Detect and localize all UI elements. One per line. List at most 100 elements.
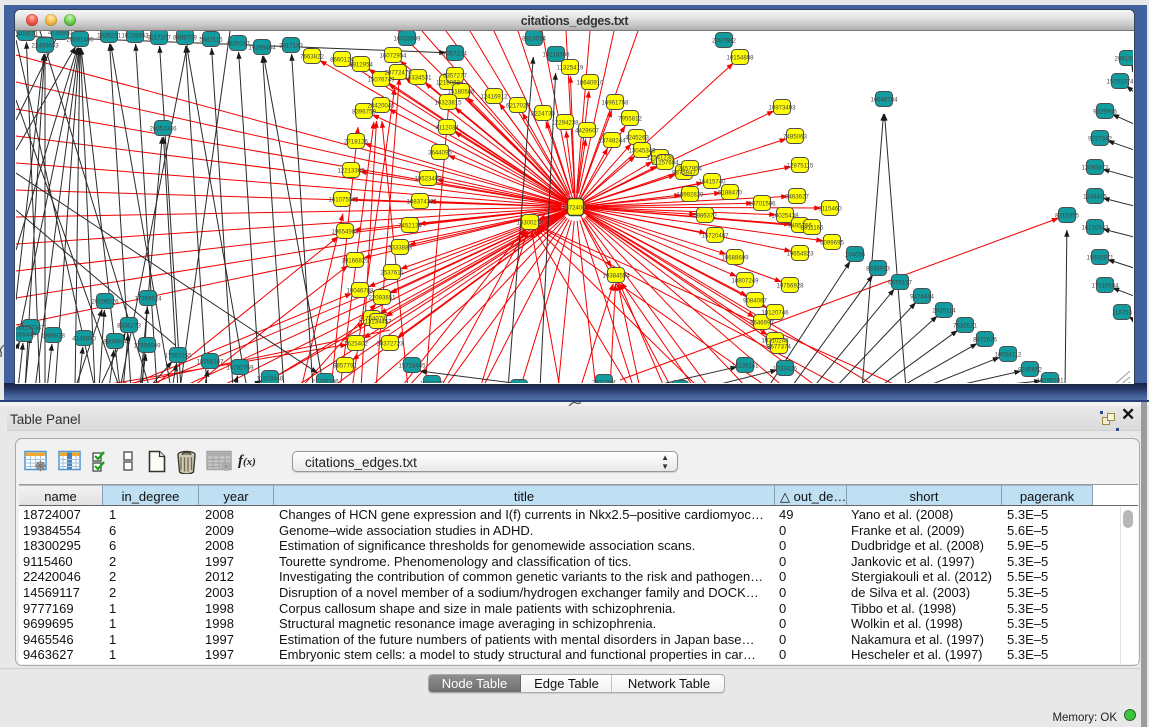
svg-text:9245652: 9245652 — [1018, 367, 1042, 374]
svg-text:18120746: 18120746 — [761, 310, 789, 317]
svg-text:19218506: 19218506 — [542, 52, 570, 59]
svg-text:6217026: 6217026 — [506, 103, 530, 110]
svg-text:10837430: 10837430 — [406, 199, 434, 206]
svg-text:8336273: 8336273 — [117, 323, 141, 330]
svg-text:22455603: 22455603 — [31, 43, 59, 50]
svg-text:6879197: 6879197 — [888, 280, 912, 287]
svg-text:1839221: 1839221 — [97, 33, 121, 40]
svg-text:20206526: 20206526 — [91, 299, 119, 306]
svg-text:19384554: 19384554 — [602, 273, 630, 280]
svg-text:4112034: 4112034 — [435, 125, 459, 132]
svg-text:8224730: 8224730 — [531, 111, 555, 118]
svg-text:7663822: 7663822 — [300, 54, 324, 61]
svg-text:8471676: 8471676 — [973, 337, 997, 344]
svg-text:12416912: 12416912 — [480, 94, 508, 101]
svg-text:11325419: 11325419 — [557, 65, 584, 72]
svg-text:3917183: 3917183 — [279, 43, 303, 50]
svg-text:9084067: 9084067 — [743, 298, 767, 305]
svg-text:9474444: 9474444 — [910, 294, 934, 301]
svg-text:18807249: 18807249 — [731, 278, 759, 285]
svg-text:15692971: 15692971 — [1086, 255, 1114, 262]
svg-text:8813054: 8813054 — [522, 36, 546, 43]
svg-text:15716485: 15716485 — [398, 363, 426, 370]
svg-text:19285201: 19285201 — [1036, 378, 1064, 384]
svg-text:4439167: 4439167 — [226, 41, 250, 48]
svg-text:19299464: 19299464 — [248, 45, 276, 52]
svg-text:17956909: 17956909 — [133, 343, 161, 350]
svg-text:164095: 164095 — [845, 252, 866, 259]
svg-text:16072954: 16072954 — [379, 53, 407, 60]
svg-text:13134457: 13134457 — [364, 319, 392, 326]
svg-text:15180586: 15180586 — [447, 89, 475, 96]
svg-text:9115460: 9115460 — [818, 206, 842, 213]
svg-text:13701506: 13701506 — [748, 201, 776, 208]
svg-text:10228452: 10228452 — [121, 33, 149, 40]
svg-text:9857791: 9857791 — [333, 363, 357, 370]
svg-text:4143890: 4143890 — [72, 336, 96, 343]
svg-text:8215955: 8215955 — [1055, 213, 1079, 220]
svg-text:18640910: 18640910 — [576, 80, 604, 87]
svg-text:8646997: 8646997 — [750, 320, 774, 327]
svg-text:19654923: 19654923 — [786, 251, 814, 258]
svg-text:16107556: 16107556 — [328, 197, 356, 204]
svg-text:19166825: 19166825 — [341, 258, 369, 265]
svg-text:12975115: 12975115 — [787, 163, 814, 170]
svg-text:16033809: 16033809 — [393, 36, 421, 43]
svg-text:18300275: 18300275 — [516, 220, 544, 227]
svg-text:15076749: 15076749 — [367, 77, 395, 84]
svg-text:17359924: 17359924 — [134, 296, 162, 303]
svg-text:12294238: 12294238 — [551, 120, 579, 127]
svg-text:2087682: 2087682 — [712, 38, 736, 45]
svg-text:10688609: 10688609 — [721, 255, 749, 262]
svg-text:5188470: 5188470 — [718, 190, 742, 197]
svg-text:6099695: 6099695 — [820, 240, 844, 247]
svg-text:2405571: 2405571 — [16, 31, 38, 38]
svg-text:2066449: 2066449 — [16, 332, 36, 339]
svg-text:7986372: 7986372 — [693, 213, 717, 220]
svg-text:3333883: 3333883 — [388, 245, 412, 252]
svg-text:18724007: 18724007 — [562, 205, 590, 212]
svg-text:1999828: 1999828 — [41, 333, 65, 340]
svg-text:14136141: 14136141 — [731, 363, 759, 370]
svg-text:3644095: 3644095 — [428, 150, 452, 157]
svg-text:9329966: 9329966 — [1093, 109, 1117, 116]
svg-text:1244415: 1244415 — [1083, 194, 1107, 201]
svg-text:20053346: 20053346 — [149, 126, 177, 133]
svg-text:9217207: 9217207 — [147, 35, 171, 42]
svg-text:20372723: 20372723 — [376, 341, 404, 348]
svg-text:13748244: 13748244 — [598, 138, 626, 145]
svg-text:8806804: 8806804 — [103, 339, 127, 346]
svg-text:15720407: 15720407 — [701, 233, 729, 240]
svg-text:7955812: 7955812 — [618, 116, 642, 123]
svg-text:7485063: 7485063 — [783, 134, 807, 141]
svg-text:10654112: 10654112 — [995, 352, 1022, 359]
svg-text:18992829: 18992829 — [676, 192, 704, 199]
svg-text:15751074: 15751074 — [1106, 79, 1133, 86]
svg-text:10334531: 10334531 — [404, 75, 432, 82]
svg-text:6357277: 6357277 — [443, 73, 467, 80]
svg-text:2718126: 2718126 — [344, 139, 368, 146]
svg-text:10973493: 10973493 — [768, 105, 796, 112]
svg-text:10323815: 10323815 — [434, 100, 462, 107]
svg-text:20813640: 20813640 — [1114, 56, 1133, 63]
svg-text:12093872: 12093872 — [1081, 165, 1109, 172]
svg-text:1733426: 1733426 — [773, 366, 797, 373]
svg-text:1218062: 1218062 — [436, 80, 460, 87]
svg-text:17016504: 17016504 — [1091, 283, 1119, 290]
svg-text:9463627: 9463627 — [785, 194, 809, 201]
svg-text:16415740: 16415740 — [698, 179, 726, 186]
svg-text:7632621: 7632621 — [953, 323, 977, 330]
svg-text:3677374: 3677374 — [767, 344, 791, 351]
svg-text:21257684: 21257684 — [651, 160, 679, 167]
svg-text:5682115: 5682115 — [199, 37, 223, 44]
svg-text:2935114: 2935114 — [932, 308, 956, 315]
svg-text:8396759: 8396759 — [352, 109, 376, 116]
svg-text:2457954: 2457954 — [678, 166, 702, 173]
svg-text:16648784: 16648784 — [870, 97, 898, 104]
svg-text:7671884: 7671884 — [592, 380, 616, 384]
svg-text:15157347: 15157347 — [17, 325, 45, 332]
svg-text:20691406: 20691406 — [66, 37, 94, 44]
svg-text:16782759: 16782759 — [226, 365, 254, 372]
svg-text:16210643: 16210643 — [1081, 225, 1109, 232]
svg-text:10046788: 10046788 — [346, 288, 374, 295]
